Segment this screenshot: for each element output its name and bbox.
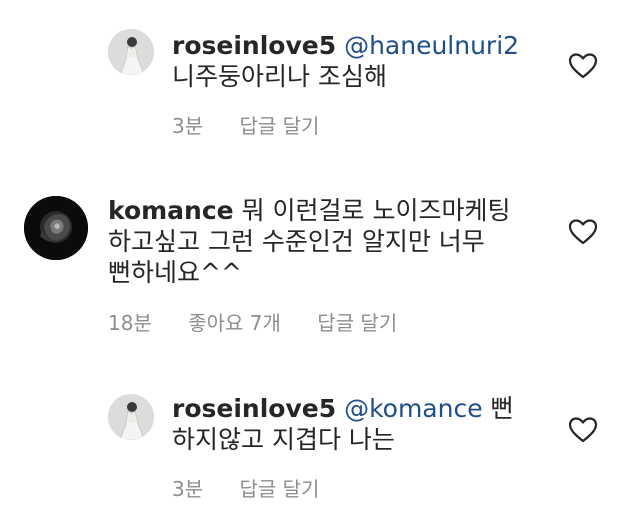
comment-username[interactable]: roseinlove5 [172, 394, 336, 423]
reply-button[interactable]: 답글 달기 [239, 110, 319, 139]
comment-text: 뻔 [482, 394, 514, 423]
heart-outline-icon[interactable] [568, 52, 598, 80]
avatar[interactable] [108, 394, 154, 440]
comment-username[interactable]: komance [108, 196, 234, 225]
comment-text: 뻔하네요^^ [108, 258, 242, 287]
mention-link[interactable]: @komance [344, 394, 483, 423]
heart-outline-icon[interactable] [568, 218, 598, 246]
comment-text: 니주둥아리나 조심해 [172, 62, 387, 91]
likes-count[interactable]: 좋아요 7개 [188, 307, 281, 336]
comment-text: 하지않고 지겹다 나는 [172, 425, 395, 454]
mention-link[interactable]: @haneulnuri2 [344, 31, 519, 60]
avatar[interactable] [108, 29, 154, 75]
comment-username[interactable]: roseinlove5 [172, 31, 336, 60]
comment-time: 3분 [172, 114, 204, 138]
reply-button[interactable]: 답글 달기 [239, 473, 319, 502]
comment-time: 3분 [172, 477, 204, 501]
avatar[interactable] [24, 196, 88, 260]
reply-button[interactable]: 답글 달기 [317, 307, 397, 336]
comment-text: 뭐 이런걸로 노이즈마케팅 [233, 196, 511, 225]
heart-outline-icon[interactable] [568, 416, 598, 444]
comment-time: 18분 [108, 311, 152, 335]
comment-text: 하고싶고 그런 수준인건 알지만 너무 [108, 227, 485, 256]
